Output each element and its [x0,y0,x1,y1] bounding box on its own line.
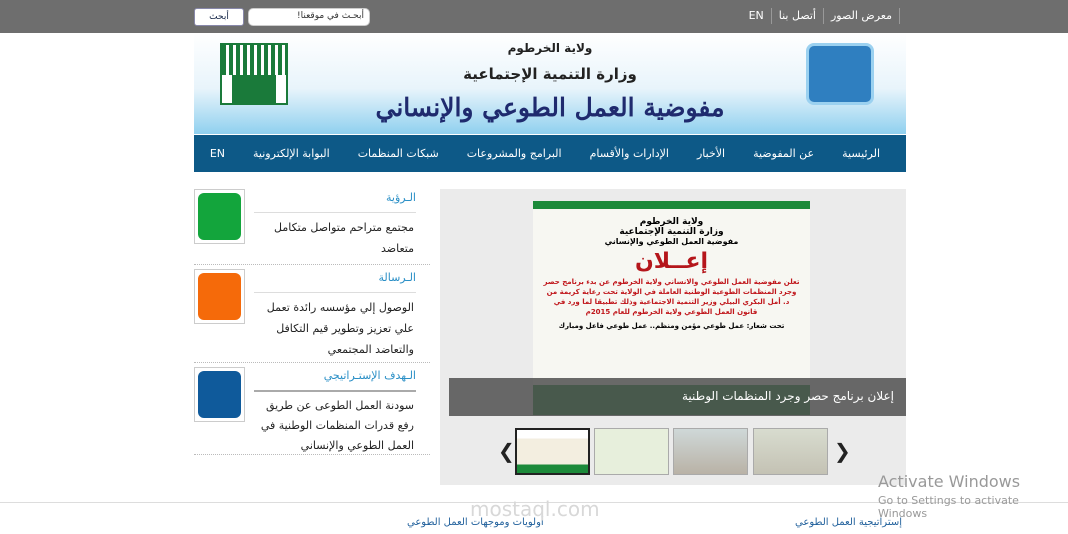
top-bar: معرض الصور أتصل بنا EN أبحـث في موقعنا! … [0,0,1068,33]
contact-link[interactable]: أتصل بنا [770,8,823,24]
gallery-link[interactable]: معرض الصور [822,8,900,24]
nav-portal[interactable]: البوابة الإلكترونية [253,147,330,160]
nav-news[interactable]: الأخبار [697,147,725,160]
ad-commission: مفوضية العمل الطوعي والإنساني [604,237,739,246]
vision-block: الـرؤية مجتمع متراحم متواصل متكامل متعاض… [194,185,430,265]
news-slider: ولاية الخرطوم وزارة التنمية الإجتماعية م… [440,189,906,485]
english-link[interactable]: EN [742,8,771,24]
mission-block: الـرسالة الوصول إلي مؤسسه رائدة تعمل علي… [194,265,430,363]
ad-state: ولاية الخرطوم [639,217,704,227]
mission-title[interactable]: الـرسالة [254,265,416,293]
sidebar: الـرؤية مجتمع متراحم متواصل متكامل متعاض… [194,185,430,455]
nav-programs[interactable]: البرامج والمشروعات [467,147,562,160]
ad-body: تعلن مفوضية العمل الطوعي والانساني ولاية… [543,278,800,316]
nav-departments[interactable]: الإدارات والأقسام [590,147,669,160]
search-input[interactable]: أبحـث في موقعنا! [248,8,370,26]
thumbnail-3[interactable] [673,428,748,475]
search-button[interactable]: أبحث [194,8,244,26]
ad-ministry: وزارة التنمية الإجتماعية [619,227,724,237]
vision-icon [194,189,245,244]
mission-text: الوصول إلي مؤسسه رائدة تعمل علي تعزيز وت… [266,301,414,356]
nav-home[interactable]: الرئيسية [842,147,880,160]
banner-commission: مفوضية العمل الطوعي والإنساني [375,93,725,122]
mission-icon [194,269,245,324]
thumbnail-4[interactable] [753,428,828,475]
top-links: معرض الصور أتصل بنا EN [742,8,900,24]
activate-windows-title: Activate Windows [878,472,1021,491]
mostaql-watermark: mostaql.com [470,497,600,521]
goal-icon [194,367,245,422]
vision-title[interactable]: الـرؤية [254,185,416,213]
banner-state: ولاية الخرطوم [507,41,593,55]
slide-caption[interactable]: إعلان برنامج حصر وجرد المنظمات الوطنية [449,378,906,416]
thumbnail-2[interactable] [594,428,669,475]
nav-about[interactable]: عن المفوضية [753,147,814,160]
main-nav: الرئيسية عن المفوضية الأخبار الإدارات وا… [194,135,906,172]
nav-networks[interactable]: شبكات المنظمات [358,147,439,160]
nav-english[interactable]: EN [210,147,225,160]
goal-title[interactable]: الـهدف الإستـراتيجي [254,363,416,392]
activate-windows-sub: Go to Settings to activate Windows [878,494,1019,520]
vision-text: مجتمع متراحم متواصل متكامل متعاضد [274,221,414,255]
prev-arrow-icon[interactable]: ❮ [498,439,515,463]
ad-slogan: تحت شعار: عمل طوعي مؤمن ومنظم.. عمل طوعي… [558,322,785,330]
goal-block: الـهدف الإستـراتيجي سودنة العمل الطوعى ع… [194,363,430,455]
next-arrow-icon[interactable]: ❯ [834,439,851,463]
banner-ministry: وزارة التنمية الإجتماعية [463,65,637,83]
ad-headline: إعــلان [634,249,709,274]
goal-text: سودنة العمل الطوعى عن طريق رفع قدرات الم… [260,399,414,452]
header-banner: ولاية الخرطوم وزارة التنمية الإجتماعية م… [194,33,906,134]
thumbnail-1[interactable] [515,428,590,475]
